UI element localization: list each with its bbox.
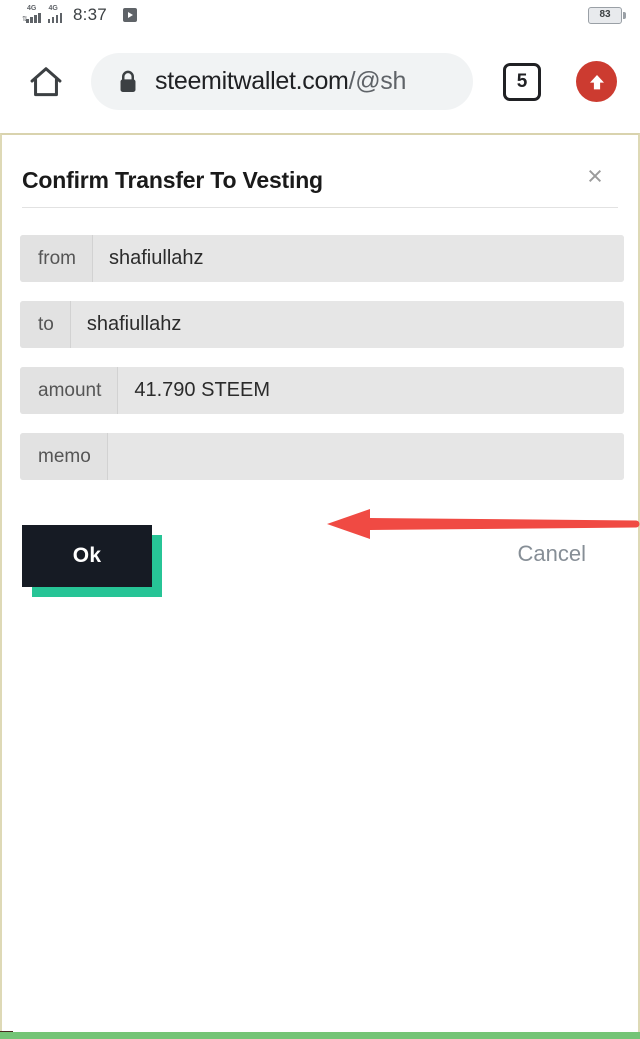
ok-button[interactable]: Ok [22, 525, 152, 587]
status-bar-left: ⇅ 4G 4G 8:37 [22, 5, 137, 25]
cancel-button[interactable]: Cancel [518, 541, 586, 567]
battery-icon: 83 [588, 6, 626, 24]
field-label-amount: amount [20, 367, 119, 414]
field-value-from: shafiullahz [93, 235, 624, 282]
transfer-details-form: from shafiullahz to shafiullahz amount 4… [20, 235, 624, 499]
signal-bars-sim2 [47, 12, 62, 23]
ok-button-label: Ok [72, 544, 102, 567]
field-row-memo: memo [20, 433, 624, 480]
field-label-to: to [20, 301, 71, 348]
url-text: steemitwallet.com/@sh [155, 67, 406, 96]
data-transfer-arrows-icon: ⇅ [22, 16, 28, 23]
field-row-to: to shafiullahz [20, 301, 624, 348]
play-badge-icon [122, 8, 137, 22]
lock-icon [117, 69, 139, 95]
field-value-amount: 41.790 STEEM [118, 367, 624, 414]
field-label-from: from [20, 235, 93, 282]
battery-percent-label: 83 [599, 9, 611, 20]
url-bar[interactable]: steemitwallet.com/@sh [91, 53, 473, 110]
web-page-content: Confirm Transfer To Vesting × from shafi… [0, 133, 640, 1032]
phone-screenshot: ⇅ 4G 4G 8:37 83 steemitwallet.com/@sh 5 … [0, 0, 640, 1039]
status-bar-right: 83 [588, 6, 626, 24]
header-divider [22, 207, 618, 208]
tab-count-label: 5 [516, 71, 528, 92]
field-value-memo [107, 433, 624, 480]
page-title: Confirm Transfer To Vesting [22, 167, 323, 193]
signal-strength-icon-sim2: 4G [47, 5, 62, 23]
field-label-memo: memo [20, 433, 108, 480]
field-value-to: shafiullahz [70, 301, 624, 348]
signal-strength-icon-sim1: ⇅ 4G [22, 5, 41, 23]
dialog-header: Confirm Transfer To Vesting × [2, 153, 638, 208]
status-bar: ⇅ 4G 4G 8:37 83 [0, 0, 640, 30]
network-type-label-sim1: 4G [27, 5, 37, 12]
network-type-label-sim2: 4G [48, 5, 58, 12]
url-host: steemitwallet.com [155, 67, 349, 95]
dialog-actions: Ok Cancel [20, 525, 624, 605]
field-row-from: from shafiullahz [20, 235, 624, 282]
up-arrow-circle-icon[interactable] [576, 61, 617, 102]
browser-toolbar: steemitwallet.com/@sh 5 [0, 30, 640, 133]
bottom-accent-bar [0, 1032, 640, 1039]
field-row-amount: amount 41.790 STEEM [20, 367, 624, 414]
url-path: /@sh [348, 67, 407, 95]
tab-counter-button[interactable]: 5 [503, 62, 541, 101]
close-icon[interactable]: × [578, 159, 612, 193]
home-icon[interactable] [24, 60, 68, 104]
signal-bars-sim1 [26, 12, 41, 23]
status-bar-clock: 8:37 [73, 5, 107, 24]
ok-button-wrapper: Ok [22, 525, 162, 597]
